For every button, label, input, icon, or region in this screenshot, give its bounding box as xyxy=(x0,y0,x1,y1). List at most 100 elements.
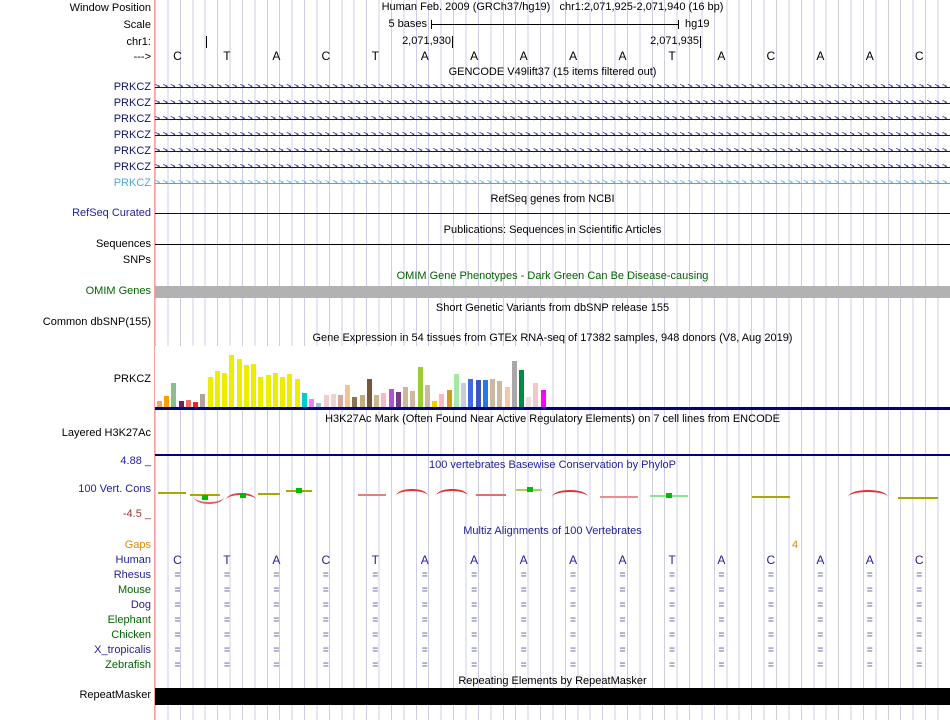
gene-label[interactable]: PRKCZ xyxy=(0,145,151,158)
gtex-bar xyxy=(475,380,481,407)
repeatmasker-label[interactable]: RepeatMasker xyxy=(0,689,151,702)
human-base-letter: A xyxy=(470,553,479,567)
human-base-letter: A xyxy=(717,553,726,567)
gene-label[interactable]: PRKCZ xyxy=(0,161,151,174)
alignment-mark: = xyxy=(916,585,923,596)
genome-browser-image: Window Position Scale chr1: ---> Human F… xyxy=(0,0,950,720)
multiz-human-label[interactable]: Human xyxy=(0,554,151,567)
species-label-rhesus[interactable]: Rhesus xyxy=(0,569,151,582)
gene-row[interactable]: >>>>>>>>>>>>>>>>>>>>>>>>>>>>>>>>>>>>>>>>… xyxy=(155,98,950,109)
alignment-mark: = xyxy=(372,600,379,611)
refseq-curated-label[interactable]: RefSeq Curated xyxy=(0,207,151,220)
alignment-mark: = xyxy=(619,645,626,656)
gtex-bar xyxy=(366,379,372,407)
gtex-bar xyxy=(511,361,517,407)
alignment-mark: = xyxy=(619,600,626,611)
gene-strand-arrows: >>>>>>>>>>>>>>>>>>>>>>>>>>>>>>>>>>>>>>>>… xyxy=(155,82,950,92)
gtex-bar xyxy=(519,370,524,407)
alignment-row[interactable]: = = = = = = = = = = = = = = = = xyxy=(155,629,950,642)
phylop-mark xyxy=(552,490,588,497)
alignment-row[interactable]: = = = = = = = = = = = = = = = = xyxy=(155,569,950,582)
phylop-track-title: 100 vertebrates Basewise Conservation by… xyxy=(428,459,677,471)
gene-row[interactable]: >>>>>>>>>>>>>>>>>>>>>>>>>>>>>>>>>>>>>>>>… xyxy=(155,146,950,157)
gtex-bar xyxy=(330,394,336,407)
alignment-row[interactable]: = = = = = = = = = = = = = = = = xyxy=(155,584,950,597)
human-base-letter: C xyxy=(766,553,776,567)
base-letter: A xyxy=(717,49,726,63)
assembly-label: hg19 xyxy=(685,18,710,30)
gtex-expression-chart[interactable] xyxy=(155,346,547,407)
h3k27ac-baseline[interactable] xyxy=(155,454,950,456)
gene-label[interactable]: PRKCZ xyxy=(0,129,151,142)
gtex-bar xyxy=(338,395,343,407)
alignment-mark: = xyxy=(471,645,478,656)
gtex-bar xyxy=(243,365,249,407)
alignment-mark: = xyxy=(570,630,577,641)
alignment-mark: = xyxy=(421,570,428,581)
gencode-track-title: GENCODE V49lift37 (15 items filtered out… xyxy=(448,66,657,78)
multiz-gaps-label[interactable]: Gaps xyxy=(0,539,151,552)
species-label-zebrafish[interactable]: Zebrafish xyxy=(0,659,151,672)
alignment-row[interactable]: = = = = = = = = = = = = = = = = xyxy=(155,614,950,627)
gtex-gene-label[interactable]: PRKCZ xyxy=(0,373,151,386)
gene-row[interactable]: >>>>>>>>>>>>>>>>>>>>>>>>>>>>>>>>>>>>>>>>… xyxy=(155,178,950,189)
gene-label[interactable]: PRKCZ xyxy=(0,97,151,110)
alignment-mark: = xyxy=(421,660,428,671)
multiz-gap-count: 4 xyxy=(791,539,799,551)
h3k27ac-label[interactable]: Layered H3K27Ac xyxy=(0,427,151,440)
species-label-mouse[interactable]: Mouse xyxy=(0,584,151,597)
omim-genes-label[interactable]: OMIM Genes xyxy=(0,285,151,298)
scale-bar xyxy=(431,20,679,29)
base-letter: A xyxy=(618,49,627,63)
gene-row[interactable]: >>>>>>>>>>>>>>>>>>>>>>>>>>>>>>>>>>>>>>>>… xyxy=(155,162,950,173)
sequences-label[interactable]: Sequences xyxy=(0,238,151,251)
snps-label[interactable]: SNPs xyxy=(0,254,151,267)
phylop-label[interactable]: 100 Vert. Cons xyxy=(0,483,151,496)
alignment-mark: = xyxy=(767,585,774,596)
sequences-line[interactable] xyxy=(155,244,950,245)
species-label-dog[interactable]: Dog xyxy=(0,599,151,612)
alignment-mark: = xyxy=(273,615,280,626)
gene-row[interactable]: >>>>>>>>>>>>>>>>>>>>>>>>>>>>>>>>>>>>>>>>… xyxy=(155,82,950,93)
species-label-elephant[interactable]: Elephant xyxy=(0,614,151,627)
human-base-letter: T xyxy=(223,553,231,567)
species-label-chicken[interactable]: Chicken xyxy=(0,629,151,642)
alignment-mark: = xyxy=(767,600,774,611)
alignment-mark: = xyxy=(570,600,577,611)
gtex-bar xyxy=(236,359,242,407)
alignment-mark: = xyxy=(767,570,774,581)
phylop-mark xyxy=(258,493,280,495)
gene-row[interactable]: >>>>>>>>>>>>>>>>>>>>>>>>>>>>>>>>>>>>>>>>… xyxy=(155,130,950,141)
alignment-row[interactable]: = = = = = = = = = = = = = = = = xyxy=(155,659,950,672)
alignment-mark: = xyxy=(372,570,379,581)
gene-strand-arrows: >>>>>>>>>>>>>>>>>>>>>>>>>>>>>>>>>>>>>>>>… xyxy=(155,114,950,124)
repeatmasker-bar[interactable] xyxy=(155,688,950,705)
gene-label[interactable]: PRKCZ xyxy=(0,81,151,94)
gene-strand-arrows: >>>>>>>>>>>>>>>>>>>>>>>>>>>>>>>>>>>>>>>>… xyxy=(155,98,950,108)
gene-row[interactable]: >>>>>>>>>>>>>>>>>>>>>>>>>>>>>>>>>>>>>>>>… xyxy=(155,114,950,125)
alignment-mark: = xyxy=(718,630,725,641)
alignment-mark: = xyxy=(322,600,329,611)
phylop-mark xyxy=(358,494,386,496)
alignment-mark: = xyxy=(817,615,824,626)
phylop-green-square xyxy=(202,495,208,500)
gtex-bar xyxy=(171,383,177,407)
species-label-x_tropicalis[interactable]: X_tropicalis xyxy=(0,644,151,657)
common-dbsnp-label[interactable]: Common dbSNP(155) xyxy=(0,316,151,329)
base-letter: C xyxy=(766,49,776,63)
refseq-curated-line[interactable] xyxy=(155,213,950,214)
alignment-mark: = xyxy=(817,660,824,671)
phylop-green-square xyxy=(240,493,246,498)
base-letter: T xyxy=(223,49,231,63)
alignment-mark: = xyxy=(322,630,329,641)
base-letter: C xyxy=(173,49,182,63)
alignment-mark: = xyxy=(322,645,329,656)
scale-label: Scale xyxy=(123,19,151,31)
alignment-row[interactable]: = = = = = = = = = = = = = = = = xyxy=(155,644,950,657)
alignment-mark: = xyxy=(471,660,478,671)
omim-genes-bar[interactable] xyxy=(155,286,950,298)
alignment-mark: = xyxy=(273,585,280,596)
alignment-row[interactable]: = = = = = = = = = = = = = = = = xyxy=(155,599,950,612)
gene-label[interactable]: PRKCZ xyxy=(0,113,151,126)
gene-label[interactable]: PRKCZ xyxy=(0,177,151,190)
